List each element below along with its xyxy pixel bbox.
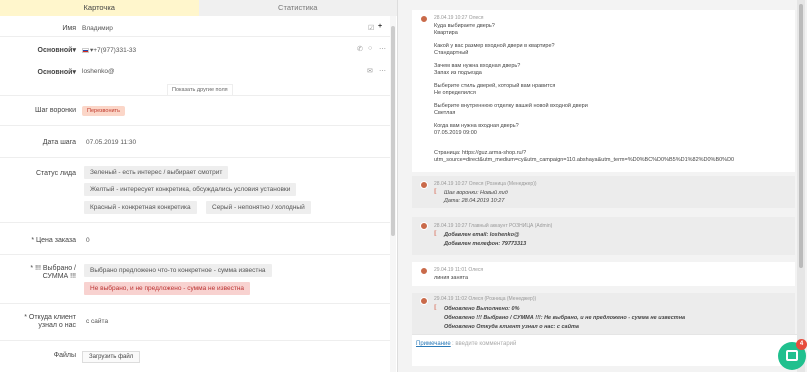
comment-box[interactable]: Примечание : введите комментарий: [412, 334, 797, 366]
message-line: utm_source=direct&utm_medium=cy&utm_camp…: [434, 156, 735, 163]
add-icon[interactable]: +: [378, 23, 382, 30]
name-label: Имя: [62, 25, 76, 32]
status-option-grey[interactable]: Серый - непонятно / холодный: [206, 201, 311, 214]
divider: [0, 254, 390, 255]
message-line: Добавлен телефон: 79773313: [444, 241, 527, 247]
message-meta: 29.04.19 11:02 Олеся (Розница (Менеджер)…: [434, 296, 537, 302]
avatar: [420, 181, 428, 189]
bracket-icon: ⟦: [434, 305, 437, 311]
divider: [0, 125, 390, 126]
bracket-icon: ⟦: [434, 231, 437, 237]
feed-message: 29.04.19 11:02 Олеся (Розница (Менеджер)…: [412, 293, 795, 338]
divider: [0, 303, 390, 304]
chevron-down-icon: ▾: [72, 47, 76, 54]
left-scrollbar[interactable]: [390, 16, 396, 372]
chat-icon: [786, 350, 798, 361]
tab-card[interactable]: Карточка: [0, 0, 199, 16]
chosen-option-known[interactable]: Выбрано предложено что-то конкретное - с…: [84, 264, 272, 277]
comment-input[interactable]: : введите комментарий: [452, 341, 516, 347]
feed-message: 28.04.19 10:27 Олеся (Розница (Менеджер)…: [412, 176, 795, 208]
russia-flag-icon: [82, 47, 89, 53]
upload-file-button[interactable]: Загрузить файл: [82, 351, 141, 363]
email-type-text: Основной: [37, 69, 73, 76]
feed-message: 28.04.19 10:27 Главный аккаунт РОЗНИЦА (…: [412, 217, 795, 255]
avatar: [420, 222, 428, 230]
more-icon[interactable]: ⋯: [379, 45, 386, 53]
more-icon[interactable]: ⋯: [379, 67, 386, 75]
chosen-sum-label-line2: СУММА !!!: [42, 273, 76, 280]
message-body: Куда выбираете дверь? Квартира Какой у в…: [434, 23, 734, 163]
avatar: [420, 297, 428, 305]
tab-bar: Карточка Статистика: [0, 0, 397, 16]
phone-icon[interactable]: ✆: [357, 45, 363, 53]
chosen-sum-label-line1: * !!! Выбрано /: [30, 265, 76, 272]
divider: [0, 222, 390, 223]
tab-statistics[interactable]: Статистика: [198, 0, 397, 16]
message-meta: 28.04.19 10:27 Олеся (Розница (Менеджер)…: [434, 181, 537, 187]
divider: [0, 340, 390, 341]
phone-type-label[interactable]: Основной▾: [0, 46, 76, 54]
avatar: [420, 267, 428, 275]
phone-value: +7(977)331-33: [93, 47, 137, 54]
feed-message: 28.04.19 10:27 Олеся Куда выбираете двер…: [412, 10, 795, 172]
lead-status-label: Статус лида: [35, 170, 76, 177]
message-line: Обновлено !!! Выбрано / СУММА !!!: Не вы…: [444, 315, 686, 321]
divider: [0, 157, 390, 158]
files-label: Файлы: [53, 352, 76, 359]
status-option-green[interactable]: Зеленый - есть интерес / выбирает смотри…: [84, 166, 229, 179]
email-value[interactable]: loshenko@: [82, 68, 115, 75]
chosen-option-unknown[interactable]: Не выбрано, и не предложено - сумма не и…: [84, 282, 251, 295]
funnel-step-label: Шаг воронки: [35, 107, 76, 114]
activity-feed: 28.04.19 10:27 Олеся Куда выбираете двер…: [404, 0, 807, 372]
message-line: Шаг воронки: Новый лид: [444, 190, 508, 196]
scrollbar-thumb[interactable]: [799, 4, 803, 268]
scrollbar-thumb[interactable]: [391, 26, 395, 236]
message-line: Добавлен email: loshenko@: [444, 232, 520, 238]
message-line: Обновлено Выполнено: 0%: [444, 306, 520, 312]
phone-type-text: Основной: [37, 47, 73, 54]
funnel-step-badge[interactable]: Перезвонить: [82, 106, 125, 116]
divider: [0, 95, 390, 96]
name-value[interactable]: Владимир: [82, 25, 113, 32]
note-type-link[interactable]: Примечание: [416, 341, 451, 347]
feed-message: 29.04.19 11:01 Олеся линия занята: [412, 262, 795, 286]
mail-icon[interactable]: ✉: [367, 67, 373, 75]
divider: [0, 36, 390, 37]
status-option-yellow[interactable]: Желтый - интересует конкретика, обсуждал…: [84, 183, 297, 196]
step-date-label: Дата шага: [42, 139, 76, 146]
status-option-red[interactable]: Красный - конкретная конкретика: [84, 201, 197, 214]
order-price-label: * Цена заказа: [31, 237, 76, 244]
bracket-icon: ⟦: [434, 189, 437, 195]
message-meta: 28.04.19 10:27 Олеся: [434, 15, 484, 21]
chat-unread-badge: 4: [796, 339, 807, 350]
check-icon[interactable]: ☑: [368, 24, 374, 32]
source-label-line1: * Откуда клиент: [24, 314, 76, 321]
message-line: Обновлено Откуда клиент узнал о нас: с с…: [444, 324, 579, 330]
avatar: [420, 15, 428, 23]
message-meta: 28.04.19 10:27 Главный аккаунт РОЗНИЦА (…: [434, 223, 553, 229]
phone-field[interactable]: ▾+7(977)331-33: [82, 46, 136, 54]
chat-button[interactable]: 4: [778, 339, 807, 370]
message-line: Дата: 28.04.2019 10:27: [444, 198, 505, 204]
source-value[interactable]: с сайта: [86, 318, 108, 325]
email-type-label[interactable]: Основной▾: [0, 68, 76, 76]
feed-scrollbar[interactable]: [797, 0, 805, 372]
source-label-line2: узнал о нас: [38, 322, 76, 329]
message-line: линия занята: [434, 275, 469, 281]
chevron-down-icon: ▾: [72, 69, 76, 76]
message-icon[interactable]: ○: [368, 45, 372, 52]
lead-card-panel: Карточка Статистика Имя Владимир ☑ + Осн…: [0, 0, 398, 372]
step-date-value[interactable]: 07.05.2019 11:30: [86, 139, 136, 146]
message-meta: 29.04.19 11:01 Олеся: [434, 267, 484, 273]
order-price-value[interactable]: 0: [86, 237, 90, 244]
